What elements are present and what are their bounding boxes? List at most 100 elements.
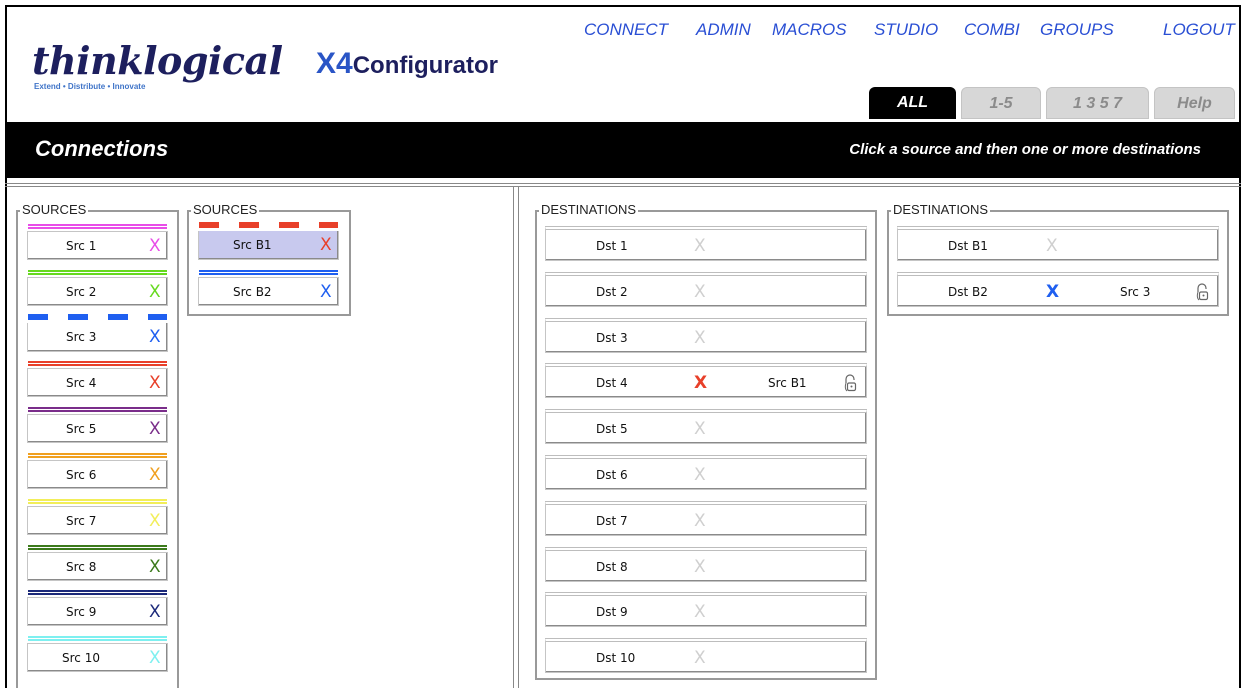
source-label: Src B1: [233, 238, 272, 252]
destination-label: Dst 4: [596, 376, 628, 391]
source-group-2-label: SOURCES: [191, 202, 260, 217]
destination-item[interactable]: Dst B2 X Src 3: [897, 271, 1219, 307]
source-item[interactable]: Src 5 X: [27, 407, 168, 444]
destination-item[interactable]: Dst 7 X: [545, 500, 867, 536]
source-color-bar: [28, 313, 167, 320]
vertical-divider[interactable]: [513, 186, 519, 688]
close-icon[interactable]: X: [149, 373, 161, 393]
source-item[interactable]: Src 1 X: [27, 224, 168, 260]
close-icon[interactable]: X: [149, 465, 161, 485]
destination-item[interactable]: Dst 8 X: [545, 546, 867, 582]
disconnect-icon[interactable]: X: [694, 602, 706, 622]
close-icon[interactable]: X: [149, 327, 161, 347]
disconnect-icon[interactable]: X: [694, 282, 706, 302]
logo-wordmark: thinklogical: [32, 38, 283, 83]
source-item[interactable]: Src B1 X: [198, 222, 339, 260]
source-color-bar: [28, 590, 167, 596]
source-color-bar: [28, 498, 167, 504]
disconnect-icon[interactable]: X: [1046, 236, 1058, 256]
title-bar: Connections Click a source and then one …: [5, 122, 1241, 178]
nav-combi[interactable]: COMBI: [964, 20, 1020, 40]
destination-group-2-label: DESTINATIONS: [891, 202, 991, 217]
nav-studio[interactable]: STUDIO: [874, 20, 938, 40]
disconnect-icon[interactable]: X: [1046, 282, 1059, 302]
source-label: Src 10: [62, 651, 100, 666]
source-item[interactable]: Src 10 X: [27, 636, 168, 673]
disconnect-icon[interactable]: X: [694, 648, 706, 668]
destination-item[interactable]: Dst 9 X: [545, 592, 867, 628]
destination-item[interactable]: Dst 1 X: [545, 226, 867, 261]
source-item[interactable]: Src 2 X: [27, 269, 168, 306]
destination-label: Dst 5: [596, 422, 628, 437]
source-label: Src 2: [66, 284, 97, 299]
source-color-bar: [199, 269, 338, 275]
tab-all[interactable]: ALL: [869, 87, 956, 119]
product-prefix: X4: [316, 47, 353, 80]
destination-group-2: DESTINATIONS Dst B1 X Dst B2 X Src 3: [887, 202, 1229, 316]
source-item[interactable]: Src 4 X: [27, 361, 168, 398]
nav-groups[interactable]: GROUPS: [1040, 20, 1114, 40]
disconnect-icon[interactable]: X: [694, 419, 706, 439]
instruction-text: Click a source and then one or more dest…: [849, 141, 1201, 158]
close-icon[interactable]: X: [149, 511, 161, 531]
source-group-1: SOURCES Src 1 X Src 2 X Src 3 X Src 4 X Src 5 X Sr…: [16, 202, 179, 688]
source-color-bar: [28, 407, 167, 413]
destination-item[interactable]: Dst 4 X Src B1: [545, 363, 867, 399]
horizontal-divider: [5, 183, 1241, 187]
destination-item[interactable]: Dst 5 X: [545, 409, 867, 445]
source-label: Src 6: [66, 468, 97, 482]
source-color-bar: [28, 544, 167, 550]
tab-1357[interactable]: 1 3 5 7: [1046, 87, 1149, 119]
nav-admin[interactable]: ADMIN: [696, 20, 751, 40]
source-label: Src 5: [66, 422, 97, 437]
product-suffix: Configurator: [352, 52, 499, 79]
nav-macros[interactable]: MACROS: [772, 20, 847, 40]
close-icon[interactable]: X: [149, 648, 161, 668]
lock-icon[interactable]: [1196, 283, 1209, 301]
disconnect-icon[interactable]: X: [694, 557, 706, 577]
destination-group-1-label: DESTINATIONS: [539, 202, 639, 217]
source-label: Src 9: [66, 605, 97, 620]
source-item[interactable]: Src 6 X: [27, 453, 168, 489]
close-icon[interactable]: X: [320, 282, 332, 302]
destination-label: Dst 7: [596, 513, 628, 528]
destination-group-1: DESTINATIONS Dst 1 X Dst 2 X Dst 3 X Dst 4 X Src…: [535, 202, 877, 680]
source-label: Src B2: [233, 284, 272, 299]
source-label: Src 8: [66, 559, 97, 574]
disconnect-icon[interactable]: X: [694, 511, 706, 531]
tab-help[interactable]: Help: [1154, 87, 1235, 119]
connected-source: Src 3: [1120, 284, 1151, 299]
connected-source: Src B1: [768, 376, 807, 391]
close-icon[interactable]: X: [149, 419, 161, 439]
disconnect-icon[interactable]: X: [694, 465, 706, 485]
destination-item[interactable]: Dst B1 X: [897, 226, 1219, 261]
destination-item[interactable]: Dst 2 X: [545, 271, 867, 307]
close-icon[interactable]: X: [149, 557, 161, 577]
tab-1-5[interactable]: 1-5: [961, 87, 1041, 119]
source-label: Src 3: [66, 329, 97, 344]
source-item[interactable]: Src 7 X: [27, 498, 168, 535]
disconnect-icon[interactable]: X: [694, 236, 706, 256]
source-label: Src 1: [66, 239, 97, 253]
lock-icon[interactable]: [844, 374, 857, 392]
destination-item[interactable]: Dst 10 X: [545, 638, 867, 674]
disconnect-icon[interactable]: X: [694, 328, 706, 348]
close-icon[interactable]: X: [320, 235, 332, 255]
source-item[interactable]: Src B2 X: [198, 269, 339, 306]
destination-item[interactable]: Dst 3 X: [545, 317, 867, 353]
source-item[interactable]: Src 3 X: [27, 313, 168, 352]
source-item[interactable]: Src 8 X: [27, 544, 168, 581]
disconnect-icon[interactable]: X: [694, 373, 707, 393]
destination-item[interactable]: Dst 6 X: [545, 455, 867, 490]
close-icon[interactable]: X: [149, 282, 161, 302]
nav-connect[interactable]: CONNECT: [584, 20, 668, 40]
source-item[interactable]: Src 9 X: [27, 590, 168, 627]
destination-label: Dst 2: [596, 284, 628, 299]
close-icon[interactable]: X: [149, 602, 161, 622]
close-icon[interactable]: X: [149, 236, 161, 256]
page-title: Connections: [35, 136, 169, 161]
product-name: X4Configurator: [316, 47, 498, 81]
source-group-2: SOURCES Src B1 X Src B2 X: [187, 202, 351, 316]
nav-logout[interactable]: LOGOUT: [1163, 20, 1235, 40]
source-group-1-label: SOURCES: [20, 202, 89, 217]
